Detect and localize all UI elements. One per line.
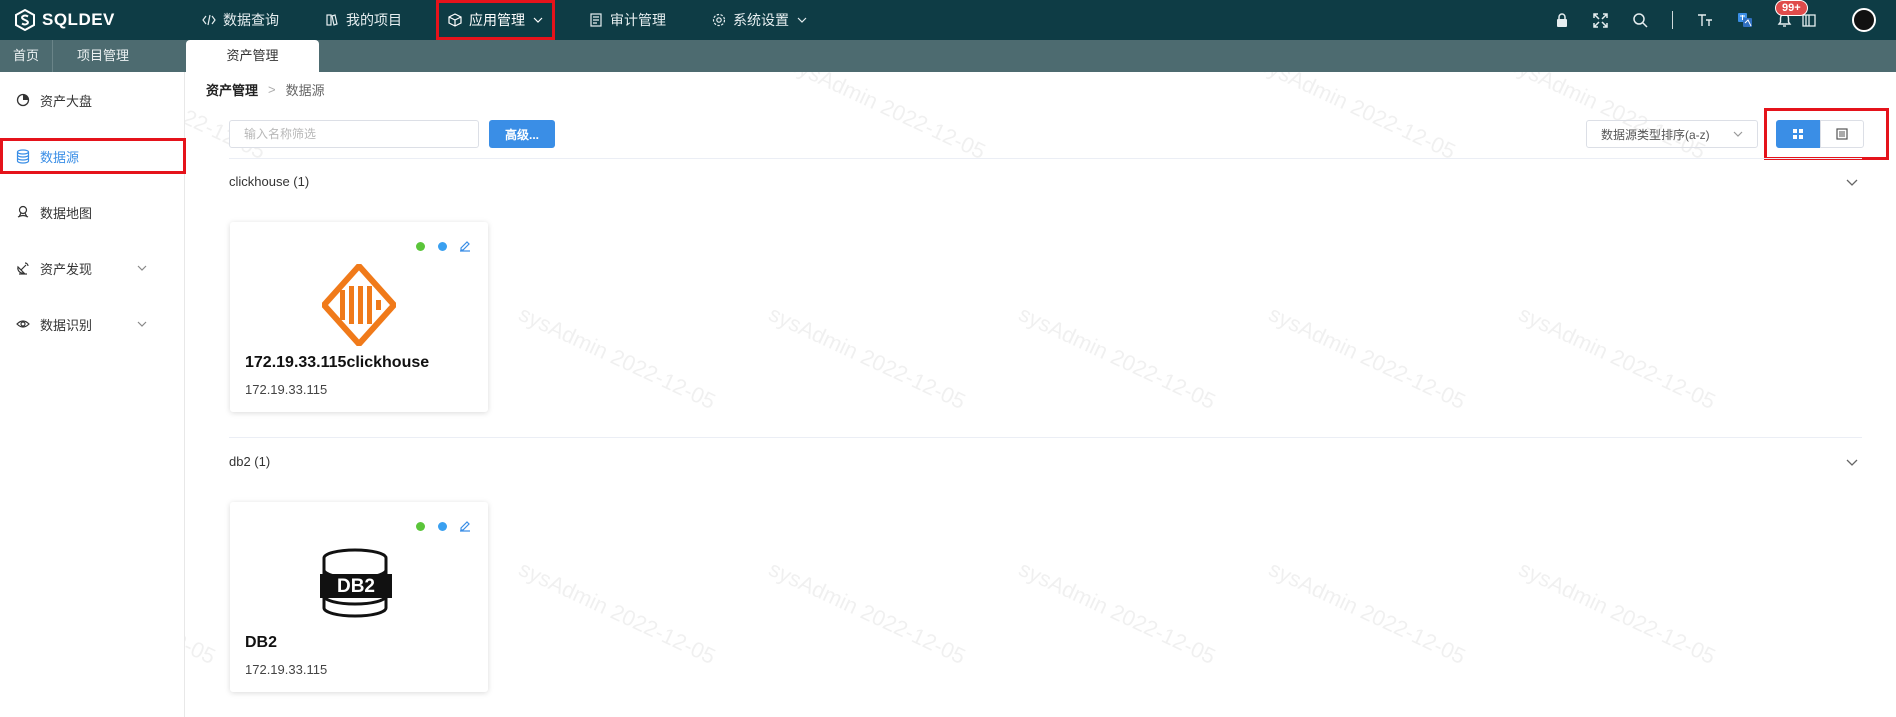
database-icon bbox=[16, 148, 30, 164]
header-tools: 99+ bbox=[1531, 0, 1876, 40]
pie-chart-icon bbox=[16, 93, 30, 107]
notification-badge: 99+ bbox=[1775, 0, 1808, 16]
breadcrumb-root[interactable]: 资产管理 bbox=[206, 80, 258, 99]
grid-icon bbox=[1793, 129, 1803, 139]
tab-home[interactable]: 首页 bbox=[0, 40, 52, 72]
group-title-db2: db2 (1) bbox=[229, 454, 271, 469]
sidebar-item-asset-discovery[interactable]: 资产发现 bbox=[0, 250, 185, 286]
list-icon bbox=[1836, 128, 1848, 140]
gear-icon bbox=[712, 13, 726, 27]
status-online-dot bbox=[416, 242, 425, 251]
db2-logo-text: DB2 bbox=[337, 576, 375, 597]
breadcrumb-current: 数据源 bbox=[285, 83, 325, 98]
datasource-card[interactable]: DB2 DB2 172.19.33.115 bbox=[230, 502, 488, 692]
page-tab-bar: 首页 项目管理 资产管理 bbox=[0, 40, 1896, 72]
sort-select-value: 数据源类型排序(a-z) bbox=[1601, 127, 1710, 142]
map-pin-icon bbox=[17, 205, 29, 218]
chevron-down-icon bbox=[137, 265, 147, 271]
nav-label: 系统设置 bbox=[733, 12, 789, 28]
translate-icon[interactable] bbox=[1737, 12, 1753, 28]
notification-bell[interactable]: 99+ bbox=[1775, 0, 1808, 28]
main-content: 资产管理 > 数据源 高级... 数据源类型排序(a-z) clickhouse… bbox=[186, 72, 1896, 717]
breadcrumb: 资产管理 > 数据源 bbox=[206, 80, 325, 99]
nav-data-query[interactable]: 数据查询 bbox=[190, 0, 291, 40]
nav-app-management[interactable]: 应用管理 bbox=[436, 0, 555, 40]
search-icon[interactable] bbox=[1632, 12, 1648, 28]
list-view-button[interactable] bbox=[1820, 120, 1864, 148]
clickhouse-logo bbox=[322, 264, 396, 346]
view-mode-toggle bbox=[1764, 108, 1889, 160]
collapse-chevron-icon[interactable] bbox=[1846, 179, 1858, 186]
nav-my-projects[interactable]: 我的项目 bbox=[313, 0, 414, 40]
datasource-name: 172.19.33.115clickhouse bbox=[245, 354, 430, 371]
font-size-icon[interactable] bbox=[1697, 13, 1713, 27]
header-divider bbox=[1672, 11, 1673, 29]
satellite-icon bbox=[17, 262, 29, 275]
nav-label: 我的项目 bbox=[346, 12, 402, 28]
edit-icon[interactable] bbox=[459, 520, 471, 532]
fullscreen-icon[interactable] bbox=[1593, 12, 1608, 28]
logo-icon bbox=[15, 9, 35, 31]
status-connected-dot bbox=[438, 242, 447, 251]
edit-icon[interactable] bbox=[459, 240, 471, 252]
sidebar-item-label: 数据识别 bbox=[40, 317, 93, 333]
lock-icon[interactable] bbox=[1555, 12, 1569, 28]
datasource-card[interactable]: 172.19.33.115clickhouse 172.19.33.115 bbox=[230, 222, 488, 412]
datasource-host: 172.19.33.115 bbox=[245, 382, 328, 397]
group-title-clickhouse: clickhouse (1) bbox=[229, 174, 310, 189]
top-navbar: SQLDEV 数据查询 我的项目 应用管理 审计管理 系统设置 99+ bbox=[0, 0, 1896, 40]
collapse-chevron-icon[interactable] bbox=[1846, 459, 1858, 466]
chevron-down-icon bbox=[533, 17, 543, 23]
chevron-down-icon bbox=[137, 321, 147, 327]
section-divider bbox=[229, 158, 1862, 159]
nav-label: 审计管理 bbox=[610, 12, 666, 28]
sidebar: 资产大盘 数据源 数据地图 资产发现 数据识别 bbox=[0, 72, 186, 717]
sidebar-item-asset-dashboard[interactable]: 资产大盘 bbox=[0, 82, 185, 118]
sidebar-item-data-identification[interactable]: 数据识别 bbox=[0, 306, 185, 342]
logo-text: SQLDEV bbox=[42, 10, 115, 29]
sidebar-item-label: 数据地图 bbox=[40, 205, 93, 221]
breadcrumb-separator: > bbox=[268, 82, 276, 97]
nav-label: 数据查询 bbox=[223, 12, 279, 28]
sidebar-item-datasource[interactable]: 数据源 bbox=[0, 138, 186, 174]
tab-asset-management[interactable]: 资产管理 bbox=[186, 40, 320, 72]
sidebar-item-label: 数据源 bbox=[40, 149, 80, 165]
book-icon bbox=[326, 14, 338, 26]
box-icon bbox=[448, 13, 462, 27]
sidebar-item-data-map[interactable]: 数据地图 bbox=[0, 194, 185, 230]
grid-view-button[interactable] bbox=[1776, 120, 1820, 148]
code-icon bbox=[202, 14, 216, 26]
advanced-filter-button[interactable]: 高级... bbox=[489, 120, 555, 148]
datasource-name: DB2 bbox=[245, 634, 278, 651]
chevron-down-icon bbox=[797, 17, 807, 23]
chevron-down-icon bbox=[1733, 131, 1743, 137]
document-icon bbox=[590, 13, 602, 27]
sidebar-item-label: 资产大盘 bbox=[40, 93, 93, 109]
user-avatar[interactable] bbox=[1852, 8, 1876, 32]
tab-project-management[interactable]: 项目管理 bbox=[53, 40, 153, 72]
sort-select[interactable]: 数据源类型排序(a-z) bbox=[1586, 120, 1758, 148]
name-filter-input[interactable] bbox=[229, 120, 479, 148]
status-online-dot bbox=[416, 522, 425, 531]
nav-label: 应用管理 bbox=[469, 12, 525, 28]
db2-logo: DB2 bbox=[320, 548, 392, 618]
status-connected-dot bbox=[438, 522, 447, 531]
nav-system-settings[interactable]: 系统设置 bbox=[700, 0, 819, 40]
section-divider bbox=[229, 437, 1862, 438]
nav-audit-management[interactable]: 审计管理 bbox=[577, 0, 678, 40]
sidebar-item-label: 资产发现 bbox=[40, 261, 93, 277]
eye-icon bbox=[16, 320, 30, 328]
app-logo[interactable]: SQLDEV bbox=[0, 9, 190, 31]
datasource-host: 172.19.33.115 bbox=[245, 662, 328, 677]
